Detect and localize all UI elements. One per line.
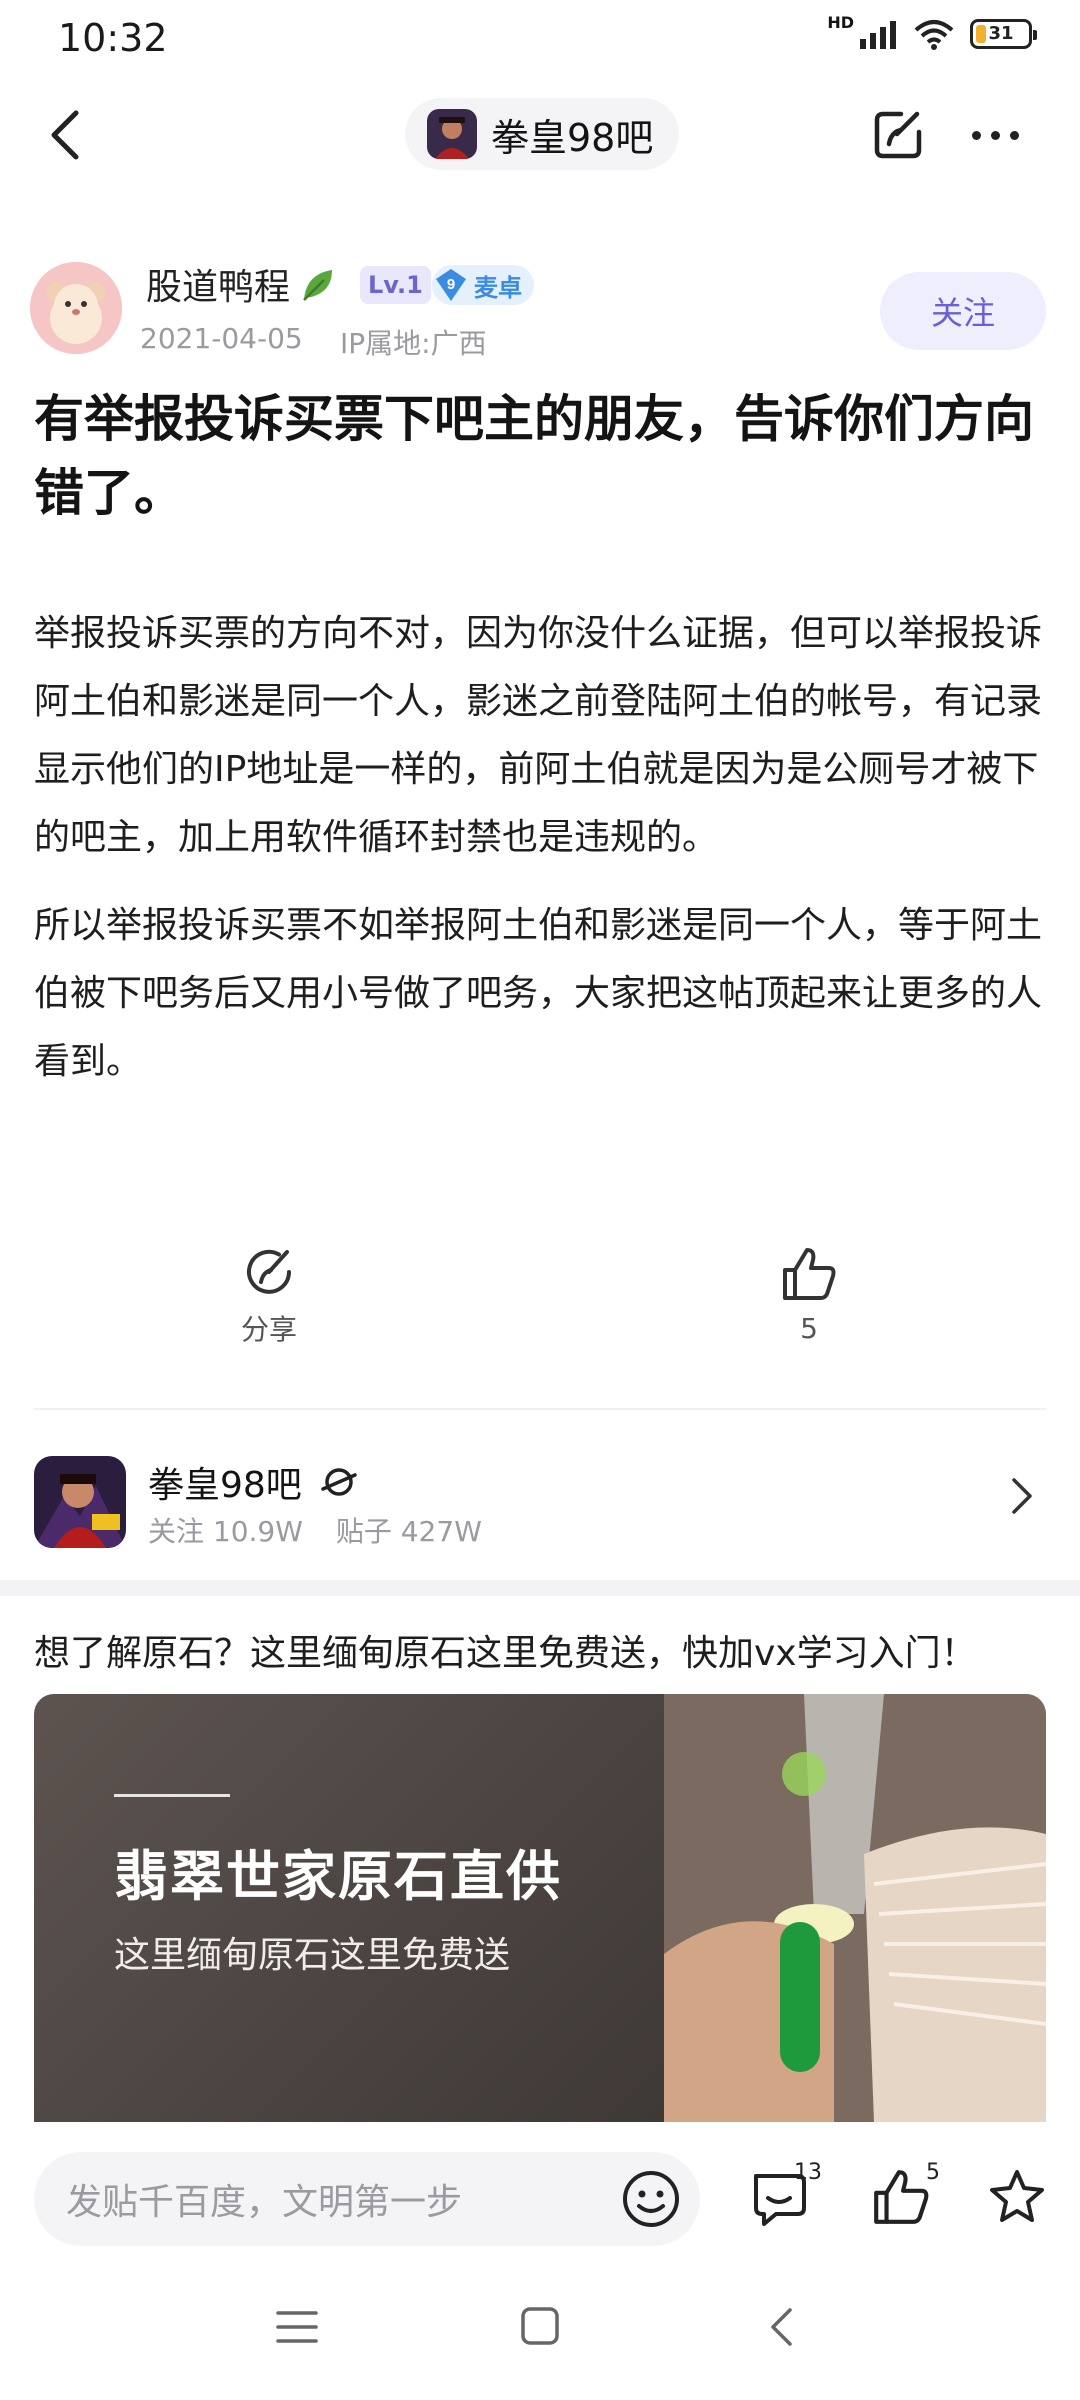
post-paragraph: 举报投诉买票的方向不对，因为你没什么证据，但可以举报投诉阿土伯和影迷是同一个人，… — [34, 613, 1043, 858]
favorite-button[interactable] — [986, 2166, 1056, 2232]
share-label: 分享 — [240, 1313, 297, 1346]
ad-text[interactable]: 想了解原石？这里缅甸原石这里免费送，快加vx学习入门！ — [34, 1624, 977, 1676]
bottom-like-count: 5 — [926, 2160, 940, 2185]
post-title: 有举报投诉买票下吧主的朋友，告诉你们方向错了。 — [34, 390, 1034, 522]
comments-button[interactable]: 13 — [748, 2160, 822, 2232]
share-action[interactable]: 分享 — [194, 1244, 344, 1348]
more-dots-icon — [971, 130, 981, 140]
signal-icon — [860, 21, 896, 49]
ad-banner-left: 翡翠世家原石直供 这里缅甸原石这里免费送 — [34, 1694, 664, 2122]
like-action[interactable]: 5 — [734, 1244, 884, 1345]
share-top-button[interactable] — [866, 100, 930, 170]
post-date: 2021-04-05 — [140, 322, 303, 355]
fan-tag: 麦卓 — [474, 273, 522, 302]
planet-icon — [321, 1468, 357, 1496]
smiley-icon — [623, 2171, 679, 2227]
battery-icon: 31 — [970, 19, 1037, 49]
author-name: 股道鸭程 — [146, 267, 291, 308]
fan-badge: 9 麦卓 — [432, 265, 534, 305]
hd-indicator: HD — [827, 12, 854, 32]
thumbs-up-icon — [874, 2170, 929, 2224]
status-time: 10:32 — [58, 16, 168, 60]
forum-card-stats: 关注 10.9W 贴子 427W — [148, 1510, 506, 1550]
gem-icon: 9 — [436, 269, 466, 301]
status-icons: HD 31 — [827, 13, 1037, 50]
forum-avatar — [427, 109, 477, 159]
ad-image — [664, 1694, 1046, 2122]
back-button[interactable] — [40, 100, 90, 170]
share-icon — [247, 1249, 291, 1294]
ad-headline: 翡翠世家原石直供 — [114, 1845, 562, 1908]
ad-subline: 这里缅甸原石这里免费送 — [114, 1935, 511, 1976]
post-ip-location: IP属地:广西 — [340, 327, 487, 360]
comment-input[interactable]: 发贴千百度，文明第一步 — [34, 2152, 700, 2246]
share-icon — [874, 111, 922, 159]
forum-card-name-row[interactable]: 拳皇98吧 — [148, 1456, 358, 1508]
back-nav-icon[interactable] — [768, 2306, 794, 2348]
leaf-icon — [303, 270, 333, 301]
chevron-right-icon — [1012, 1478, 1032, 1514]
author-avatar[interactable] — [30, 262, 122, 354]
ad-banner[interactable]: 翡翠世家原石直供 这里缅甸原石这里免费送 — [34, 1694, 1046, 2122]
bottom-like-button[interactable]: 5 — [870, 2160, 940, 2232]
forum-title-pill[interactable]: 拳皇98吧 — [405, 98, 680, 170]
forum-card-name: 拳皇98吧 — [148, 1465, 302, 1506]
thumbs-up-icon — [783, 1248, 836, 1300]
section-separator — [0, 1580, 1080, 1596]
battery-level: 31 — [988, 23, 1014, 44]
system-nav-bar — [0, 2262, 1080, 2400]
forum-posts: 贴子 427W — [335, 1515, 482, 1548]
fan-level: 9 — [447, 276, 455, 293]
chevron-left-icon — [51, 110, 79, 160]
emoji-button[interactable] — [620, 2168, 682, 2230]
menu-icon[interactable] — [276, 2310, 318, 2344]
forum-card-arrow[interactable] — [1010, 1476, 1034, 1520]
star-icon — [990, 2170, 1044, 2222]
comment-count: 13 — [794, 2160, 822, 2185]
like-count: 5 — [800, 1312, 818, 1345]
forum-card-avatar[interactable] — [34, 1456, 126, 1548]
post-body: 举报投诉买票的方向不对，因为你没什么证据，但可以举报投诉阿土伯和影迷是同一个人，… — [34, 600, 1044, 1116]
post-paragraph: 所以举报投诉买票不如举报阿土伯和影迷是同一个人，等于阿土伯被下吧务后又用小号做了… — [34, 905, 1043, 1082]
forum-title: 拳皇98吧 — [491, 115, 654, 160]
forum-followers: 关注 10.9W — [148, 1515, 303, 1548]
more-options-button[interactable] — [960, 100, 1030, 170]
home-icon[interactable] — [520, 2306, 560, 2346]
follow-button[interactable]: 关注 — [880, 272, 1046, 350]
wifi-icon — [914, 20, 954, 50]
level-badge: Lv.1 — [360, 266, 431, 304]
divider — [34, 1408, 1046, 1410]
ad-decor-line — [114, 1794, 230, 1797]
author-name-row[interactable]: 股道鸭程 — [146, 258, 338, 310]
